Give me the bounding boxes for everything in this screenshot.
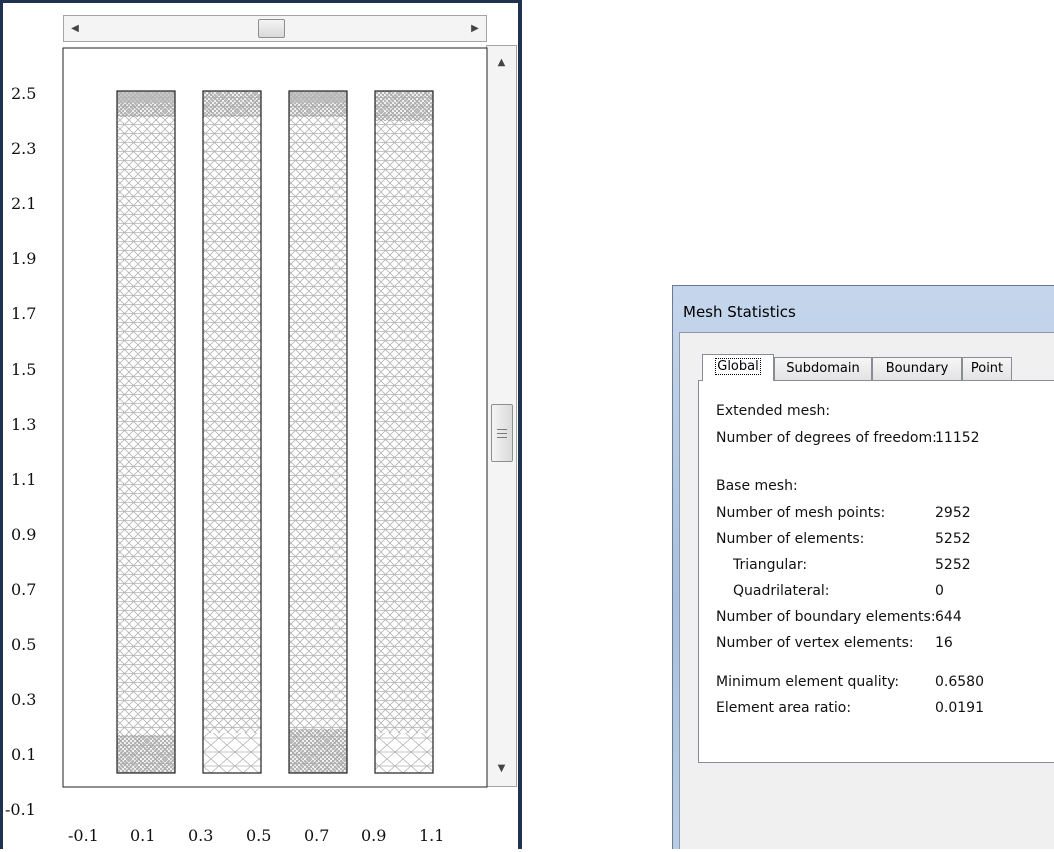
mesh-domain-2 bbox=[202, 90, 262, 774]
triangular-label: Triangular: bbox=[733, 557, 808, 573]
y-tick-label: 0.1 bbox=[11, 745, 36, 764]
boundary-elements-value: 644 bbox=[935, 609, 962, 625]
quadrilateral-label: Quadrilateral: bbox=[733, 583, 830, 599]
tab-global[interactable]: Global bbox=[702, 354, 774, 381]
y-tick-label: 0.3 bbox=[11, 690, 36, 709]
y-tick-label: 1.5 bbox=[11, 360, 36, 379]
elements-label: Number of elements: bbox=[716, 531, 865, 547]
y-tick-label: 1.9 bbox=[11, 249, 36, 268]
x-tick-label: 0.7 bbox=[304, 826, 329, 845]
y-tick-label: 0.9 bbox=[11, 525, 36, 544]
x-tick-label: 1.1 bbox=[419, 826, 444, 845]
area-ratio-label: Element area ratio: bbox=[716, 700, 852, 716]
y-axis-ticks: 2.5 2.3 2.1 1.9 1.7 1.5 1.3 1.1 0.9 0.7 … bbox=[5, 84, 36, 819]
x-tick-label: 0.3 bbox=[188, 826, 213, 845]
vertex-elements-value: 16 bbox=[935, 635, 953, 651]
dof-label: Number of degrees of freedom: bbox=[716, 430, 937, 446]
y-tick-label: -0.1 bbox=[5, 800, 36, 819]
y-tick-label: 0.5 bbox=[11, 635, 36, 654]
mesh-domain-3 bbox=[288, 90, 348, 774]
x-tick-label: 0.9 bbox=[361, 826, 386, 845]
mesh-plot-panel: ◀ ▶ ▲ ▼ 2.5 2.3 2.1 1.9 1.7 1.5 1.3 1.1 … bbox=[0, 0, 522, 849]
min-quality-label: Minimum element quality: bbox=[716, 674, 900, 690]
x-tick-label: -0.1 bbox=[68, 826, 99, 845]
area-ratio-value: 0.0191 bbox=[935, 700, 984, 716]
quadrilateral-value: 0 bbox=[935, 583, 944, 599]
x-tick-label: 0.5 bbox=[246, 826, 271, 845]
vertex-elements-label: Number of vertex elements: bbox=[716, 635, 914, 651]
y-tick-label: 2.5 bbox=[11, 84, 36, 103]
mesh-domain-4 bbox=[374, 90, 434, 774]
y-tick-label: 0.7 bbox=[11, 580, 36, 599]
tab-boundary[interactable]: Boundary bbox=[872, 357, 962, 380]
x-axis-ticks: -0.1 0.1 0.3 0.5 0.7 0.9 1.1 bbox=[68, 826, 444, 845]
mesh-points-label: Number of mesh points: bbox=[716, 505, 886, 521]
y-tick-label: 1.1 bbox=[11, 470, 36, 489]
tab-subdomain[interactable]: Subdomain bbox=[774, 357, 872, 380]
mesh-points-value: 2952 bbox=[935, 505, 971, 521]
base-mesh-heading: Base mesh: bbox=[716, 478, 798, 494]
min-quality-value: 0.6580 bbox=[935, 674, 984, 690]
extended-mesh-heading: Extended mesh: bbox=[716, 403, 831, 419]
boundary-elements-label: Number of boundary elements: bbox=[716, 609, 936, 625]
mesh-domain-1 bbox=[116, 90, 176, 774]
x-tick-label: 0.1 bbox=[130, 826, 155, 845]
mesh-plot: 2.5 2.3 2.1 1.9 1.7 1.5 1.3 1.1 0.9 0.7 … bbox=[5, 47, 488, 845]
elements-value: 5252 bbox=[935, 531, 971, 547]
dof-value: 11152 bbox=[935, 430, 980, 446]
y-tick-label: 1.7 bbox=[11, 304, 36, 323]
triangular-value: 5252 bbox=[935, 557, 971, 573]
y-tick-label: 1.3 bbox=[11, 415, 36, 434]
y-tick-label: 2.3 bbox=[11, 139, 36, 158]
y-tick-label: 2.1 bbox=[11, 194, 36, 213]
dialog-title: Mesh Statistics bbox=[683, 303, 796, 321]
tab-point[interactable]: Point bbox=[962, 357, 1012, 380]
